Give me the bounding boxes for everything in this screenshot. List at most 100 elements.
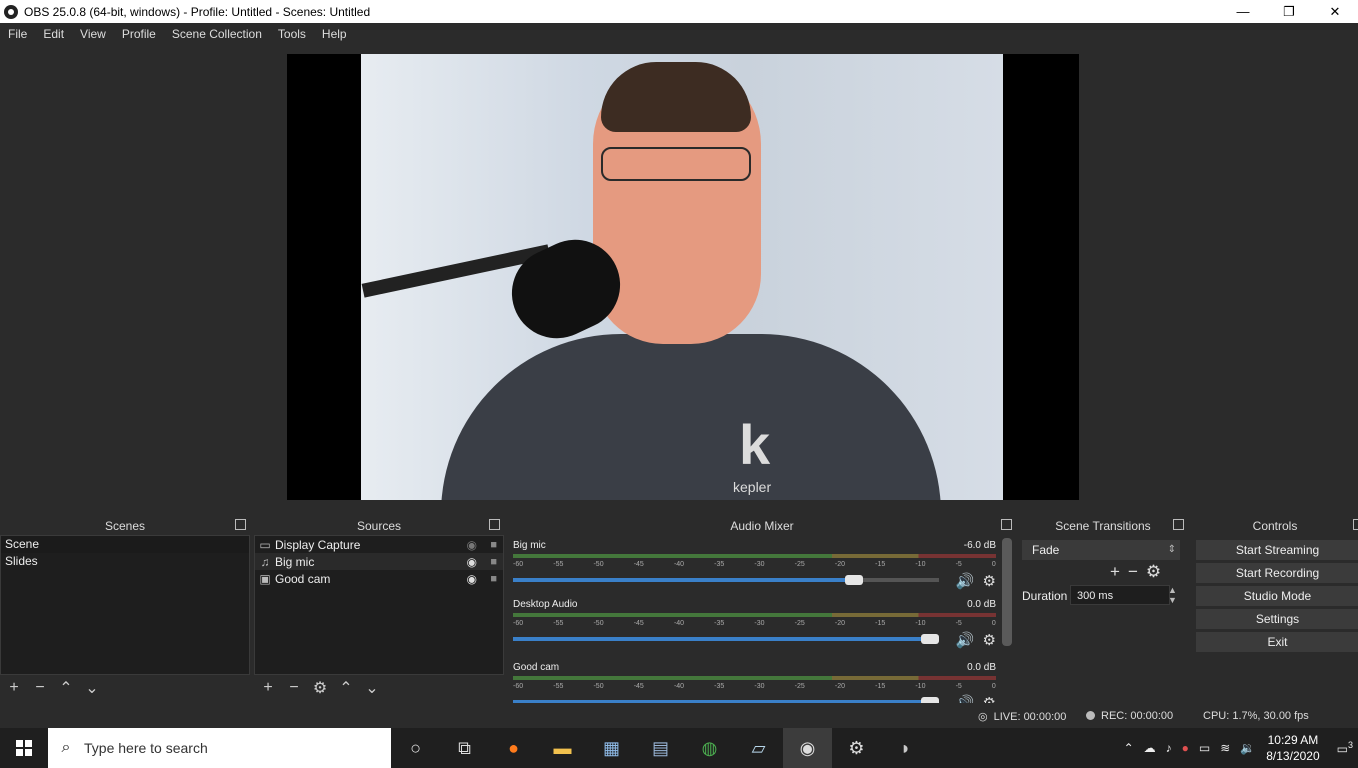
onedrive-icon[interactable]: ☁ bbox=[1144, 741, 1156, 755]
meter-tick: -20 bbox=[834, 620, 845, 627]
system-tray: ⌃ ☁ ♪ ● ▭ ≋ 🔉 10:29 AM 8/13/2020 ▭3 bbox=[1119, 728, 1358, 768]
move-source-down-button[interactable]: ⌄ bbox=[362, 678, 382, 698]
preview-canvas[interactable]: k kepler bbox=[287, 54, 1079, 500]
title-bar: OBS 25.0.8 (64-bit, windows) - Profile: … bbox=[0, 0, 1358, 23]
volume-slider[interactable] bbox=[513, 634, 939, 644]
remove-source-button[interactable]: − bbox=[284, 679, 304, 697]
meter-tick: -35 bbox=[714, 620, 725, 627]
float-icon[interactable] bbox=[235, 519, 246, 530]
float-icon[interactable] bbox=[1001, 519, 1012, 530]
scene-item[interactable]: Scene bbox=[1, 536, 249, 553]
speaker-icon[interactable]: 🔊 bbox=[956, 631, 975, 649]
remove-scene-button[interactable]: − bbox=[30, 679, 50, 697]
exit-button[interactable]: Exit bbox=[1196, 632, 1358, 652]
meter-tick: -45 bbox=[633, 620, 644, 627]
remove-transition-button[interactable]: − bbox=[1128, 562, 1138, 582]
meter-tick: -45 bbox=[633, 561, 644, 568]
menu-view[interactable]: View bbox=[72, 27, 114, 41]
gear-icon[interactable]: ⚙ bbox=[983, 694, 996, 703]
source-item[interactable]: ▭ Display Capture ◉ ■ bbox=[255, 536, 503, 553]
source-item[interactable]: ♫ Big mic ◉ ■ bbox=[255, 553, 503, 570]
move-scene-down-button[interactable]: ⌄ bbox=[82, 678, 102, 698]
add-source-button[interactable]: + bbox=[258, 679, 278, 697]
live-status: ◎ LIVE: 00:00:00 bbox=[978, 711, 1067, 723]
obs-taskbar-icon[interactable]: ◉ bbox=[783, 728, 832, 768]
speaker-icon[interactable]: 🔊 bbox=[956, 572, 975, 590]
task-view-icon[interactable]: ⧉ bbox=[440, 728, 489, 768]
remote-desktop-icon[interactable]: ▤ bbox=[636, 728, 685, 768]
transitions-dock-title: Scene Transitions bbox=[1018, 516, 1188, 535]
settings-gear-icon[interactable]: ⚙ bbox=[832, 728, 881, 768]
menu-file[interactable]: File bbox=[0, 27, 35, 41]
sources-toolbar: + − ⚙ ⌃ ⌄ bbox=[258, 675, 382, 701]
move-source-up-button[interactable]: ⌃ bbox=[336, 678, 356, 698]
microphone-icon[interactable]: ♪ bbox=[1166, 741, 1172, 755]
sources-title: Sources bbox=[356, 518, 402, 533]
slider-knob[interactable] bbox=[921, 697, 939, 703]
window-title: OBS 25.0.8 (64-bit, windows) - Profile: … bbox=[24, 4, 371, 19]
volume-slider[interactable] bbox=[513, 575, 939, 585]
notifications-icon[interactable]: ▭3 bbox=[1337, 740, 1353, 756]
slider-knob[interactable] bbox=[844, 575, 863, 585]
add-transition-button[interactable]: + bbox=[1110, 562, 1120, 582]
mixer-scrollbar[interactable] bbox=[1002, 538, 1012, 646]
source-name: Big mic bbox=[275, 554, 315, 569]
menu-edit[interactable]: Edit bbox=[35, 27, 72, 41]
gear-icon[interactable]: ⚙ bbox=[983, 572, 996, 590]
settings-button[interactable]: Settings bbox=[1196, 609, 1358, 629]
kindle-icon[interactable]: ▦ bbox=[587, 728, 636, 768]
source-item[interactable]: ▣ Good cam ◉ ■ bbox=[255, 570, 503, 587]
speaker-icon[interactable]: 🔊 bbox=[956, 694, 975, 703]
shirt-logo: kepler bbox=[733, 479, 772, 495]
minimize-button[interactable]: — bbox=[1220, 0, 1266, 23]
duration-input[interactable]: 300 ms bbox=[1070, 585, 1170, 605]
clock[interactable]: 10:29 AM 8/13/2020 bbox=[1266, 732, 1319, 764]
slider-knob[interactable] bbox=[921, 634, 939, 644]
transition-select[interactable]: Fade ⇕ bbox=[1022, 540, 1180, 560]
obs-logo-icon bbox=[4, 4, 18, 19]
file-explorer-icon[interactable]: ▬ bbox=[538, 728, 587, 768]
eye-icon[interactable]: ◉ bbox=[467, 555, 477, 569]
menu-tools[interactable]: Tools bbox=[270, 27, 314, 41]
float-icon[interactable] bbox=[1353, 519, 1358, 530]
webcam-image: k kepler bbox=[361, 54, 1003, 500]
mic-recording-icon[interactable]: ● bbox=[1182, 741, 1189, 755]
start-recording-button[interactable]: Start Recording bbox=[1196, 563, 1358, 583]
battery-icon[interactable]: ▭ bbox=[1199, 741, 1210, 755]
lock-icon[interactable]: ■ bbox=[490, 573, 497, 585]
taskbar-search[interactable]: ⌕ Type here to search bbox=[48, 728, 391, 768]
mixer-channel: Good cam 0.0 dB -60 -55 -50 -45 -40 -35 -30 -25… bbox=[508, 662, 1002, 703]
float-icon[interactable] bbox=[489, 519, 500, 530]
volume-slider[interactable] bbox=[513, 697, 939, 703]
close-button[interactable]: ✕ bbox=[1312, 0, 1358, 23]
cortana-icon[interactable]: ○ bbox=[391, 728, 440, 768]
chevron-up-icon[interactable]: ⌃ bbox=[1124, 741, 1134, 755]
chrome-icon[interactable]: ◍ bbox=[685, 728, 734, 768]
studio-mode-button[interactable]: Studio Mode bbox=[1196, 586, 1358, 606]
firefox-icon[interactable]: ● bbox=[489, 728, 538, 768]
meter-tick: -45 bbox=[633, 683, 644, 690]
gear-icon[interactable]: ⚙ bbox=[983, 631, 996, 649]
eye-hidden-icon[interactable]: ◉ bbox=[467, 538, 477, 552]
duration-spinner[interactable]: ▲ ▼ bbox=[1168, 585, 1177, 605]
app-icon[interactable]: ◗ bbox=[881, 728, 930, 768]
float-icon[interactable] bbox=[1173, 519, 1184, 530]
scene-item[interactable]: Slides bbox=[1, 553, 249, 570]
wifi-icon[interactable]: ≋ bbox=[1220, 741, 1230, 755]
meter-tick: -25 bbox=[794, 620, 805, 627]
menu-profile[interactable]: Profile bbox=[114, 27, 164, 41]
menu-help[interactable]: Help bbox=[314, 27, 355, 41]
add-scene-button[interactable]: + bbox=[4, 679, 24, 697]
notepad-icon[interactable]: ▱ bbox=[734, 728, 783, 768]
start-button[interactable] bbox=[0, 728, 48, 768]
menu-scene-collection[interactable]: Scene Collection bbox=[164, 27, 270, 41]
start-streaming-button[interactable]: Start Streaming bbox=[1196, 540, 1358, 560]
transition-gear-icon[interactable]: ⚙ bbox=[1146, 562, 1161, 582]
lock-icon[interactable]: ■ bbox=[490, 556, 497, 568]
eye-icon[interactable]: ◉ bbox=[467, 572, 477, 586]
move-scene-up-button[interactable]: ⌃ bbox=[56, 678, 76, 698]
volume-icon[interactable]: 🔉 bbox=[1240, 741, 1255, 755]
source-properties-gear-icon[interactable]: ⚙ bbox=[310, 678, 330, 698]
lock-icon[interactable]: ■ bbox=[490, 539, 497, 551]
restore-button[interactable]: ❐ bbox=[1266, 0, 1312, 23]
